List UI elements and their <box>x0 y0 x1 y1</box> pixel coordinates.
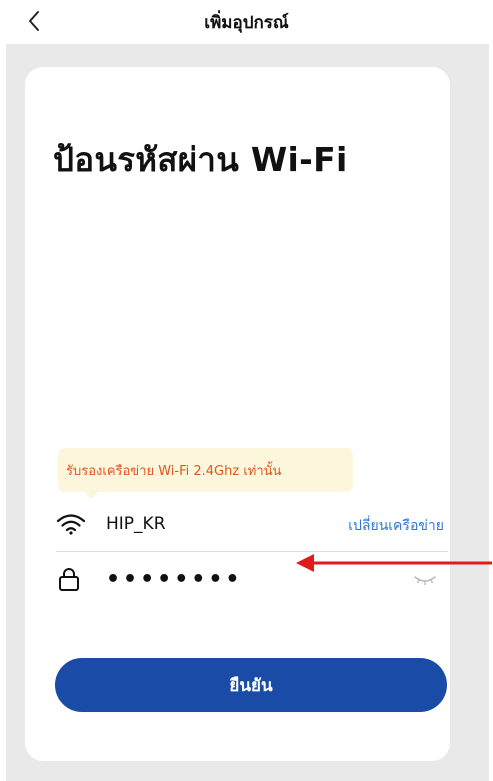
network-notice-tooltip: รับรองเครือข่าย Wi-Fi 2.4Ghz เท่านั้น <box>58 448 353 499</box>
eye-closed-icon[interactable] <box>414 574 436 586</box>
wifi-icon <box>56 514 86 535</box>
tooltip-tail <box>84 492 98 499</box>
network-ssid: HIP_KR <box>106 514 166 534</box>
network-notice-text: รับรองเครือข่าย Wi-Fi 2.4Ghz เท่านั้น <box>66 464 282 479</box>
confirm-button[interactable]: ยืนยัน <box>55 658 447 712</box>
wifi-password-heading: ป้อนรหัสผ่าน Wi-Fi <box>53 140 348 179</box>
lock-icon <box>59 568 79 591</box>
red-arrow-annotation <box>296 554 492 572</box>
change-network-link[interactable]: เปลี่ยนเครือข่าย <box>348 515 444 537</box>
page-title: เพิ่มอุปกรณ์ <box>204 13 289 33</box>
network-row: HIP_KR เปลี่ยนเครือข่าย <box>56 505 448 545</box>
top-nav-bar: เพิ่มอุปกรณ์ <box>0 0 493 44</box>
